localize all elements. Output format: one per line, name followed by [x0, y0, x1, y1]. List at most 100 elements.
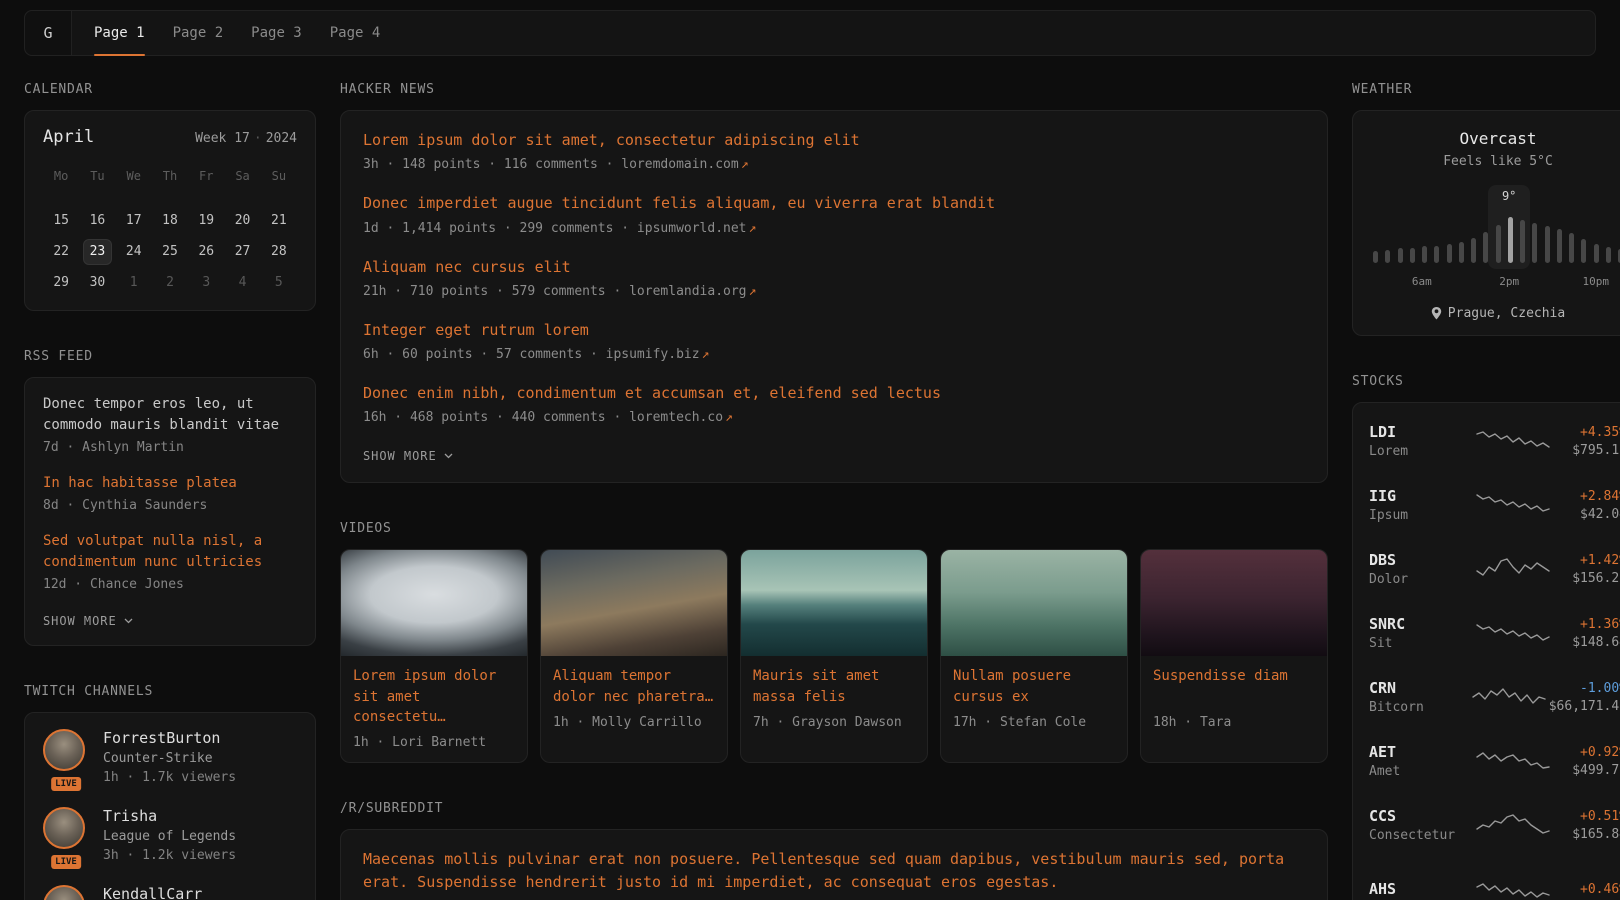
calendar-weekday-label: We: [116, 163, 152, 189]
external-link-icon[interactable]: ↗: [749, 284, 757, 299]
page-tab[interactable]: Page 4: [330, 11, 381, 55]
video-card-body: Suspendisse diam 18h · Tara: [1141, 656, 1327, 742]
news-item-title-link[interactable]: Donec imperdiet augue tincidunt felis al…: [363, 192, 1305, 215]
twitch-channel-item[interactable]: LIVE ForrestBurton Counter-Strike 1h · 1…: [43, 729, 297, 785]
news-item-title-link[interactable]: Aliquam nec cursus elit: [363, 256, 1305, 279]
calendar-day-number: 29: [48, 271, 75, 295]
sparkline-chart: [1477, 490, 1549, 520]
calendar-weekday-label: Tu: [79, 163, 115, 189]
stock-row[interactable]: AHS +0.46%: [1369, 857, 1620, 900]
video-card: Nullam posuere cursus ex 17h · Stefan Co…: [940, 549, 1128, 763]
stock-symbol: LDI: [1369, 423, 1469, 441]
stock-row[interactable]: SNRC Sit +1.36% $148.64: [1369, 601, 1620, 665]
external-link-icon[interactable]: ↗: [741, 157, 749, 172]
stock-identity: LDI Lorem: [1369, 423, 1469, 459]
stock-name: Amet: [1369, 764, 1469, 779]
calendar-header: April Week 17·2024: [43, 127, 297, 147]
video-title-link[interactable]: Mauris sit amet massa felis: [753, 666, 915, 707]
stock-name: Sit: [1369, 636, 1469, 651]
video-title-link[interactable]: Suspendisse diam: [1153, 666, 1315, 707]
external-link-icon[interactable]: ↗: [725, 410, 733, 425]
news-item-meta-text: 6h · 60 points · 57 comments · ipsumify.…: [363, 347, 700, 362]
video-title-link[interactable]: Aliquam tempor dolor nec pharetra…: [553, 666, 715, 707]
weather-hour-bar: [1594, 244, 1599, 263]
stock-row[interactable]: CRN Bitcorn -1.00% $66,171.48: [1369, 665, 1620, 729]
external-link-icon[interactable]: ↗: [749, 221, 757, 236]
page-tab[interactable]: Page 1: [94, 11, 145, 55]
weather-card: Overcast Feels like 5°C 9° 6am 2pm 10pm …: [1352, 110, 1620, 336]
video-thumbnail[interactable]: [741, 550, 927, 656]
twitch-channel-item[interactable]: KendallCarr: [43, 885, 297, 900]
weather-hour-bar: [1447, 244, 1452, 263]
weather-hour-bar: [1373, 251, 1378, 263]
weather-temperature-label: 9°: [1502, 189, 1516, 203]
calendar-widget: CALENDAR April Week 17·2024 Mo Tu We Th …: [24, 82, 316, 311]
stock-values: +2.84% $42.04: [1557, 489, 1620, 522]
stock-name: Bitcorn: [1369, 700, 1469, 715]
rss-item-title-link[interactable]: Donec tempor eros leo, ut commodo mauris…: [43, 394, 297, 436]
weather-hour-bar: [1508, 217, 1513, 263]
video-card-body: Lorem ipsum dolor sit amet consectetu… 1…: [341, 656, 527, 762]
news-item: Aliquam nec cursus elit 21h · 710 points…: [363, 256, 1305, 299]
subreddit-heading: /R/SUBREDDIT: [340, 801, 1328, 816]
rss-item-meta: 8d · Cynthia Saunders: [43, 498, 297, 513]
twitch-avatar-wrap: LIVE: [43, 729, 89, 785]
video-meta: 17h · Stefan Cole: [953, 715, 1115, 730]
stock-row[interactable]: LDI Lorem +4.35% $795.18: [1369, 409, 1620, 473]
video-thumbnail[interactable]: [341, 550, 527, 656]
video-thumbnail[interactable]: [541, 550, 727, 656]
stock-values: +1.36% $148.64: [1557, 617, 1620, 650]
stock-price: $795.18: [1557, 443, 1620, 458]
stock-sparkline: [1469, 490, 1557, 520]
stock-sparkline: [1469, 746, 1557, 776]
video-thumbnail[interactable]: [941, 550, 1127, 656]
stock-row[interactable]: DBS Dolor +1.42% $156.28: [1369, 537, 1620, 601]
rss-item-title-link[interactable]: Sed volutpat nulla nisl, a condimentum n…: [43, 531, 297, 573]
stock-identity: CRN Bitcorn: [1369, 679, 1469, 715]
stock-symbol: DBS: [1369, 551, 1469, 569]
show-more-label: SHOW MORE: [43, 614, 117, 628]
news-item-meta: 3h · 148 points · 116 comments · loremdo…: [363, 157, 1305, 172]
rss-item: Donec tempor eros leo, ut commodo mauris…: [43, 394, 297, 455]
page-tab[interactable]: Page 3: [251, 11, 302, 55]
video-thumbnail[interactable]: [1141, 550, 1327, 656]
right-column: WEATHER Overcast Feels like 5°C 9° 6am 2…: [1352, 82, 1620, 900]
stock-row[interactable]: CCS Consectetur +0.51% $165.84: [1369, 793, 1620, 857]
news-item-title-link[interactable]: Donec enim nibh, condimentum et accumsan…: [363, 382, 1305, 405]
hackernews-show-more-button[interactable]: SHOW MORE: [363, 449, 453, 463]
rss-show-more-button[interactable]: SHOW MORE: [43, 614, 133, 628]
video-title-link[interactable]: Lorem ipsum dolor sit amet consectetu…: [353, 666, 515, 727]
stream-meta: 3h · 1.2k viewers: [103, 848, 236, 863]
top-bar: G Page 1 Page 2 Page 3 Page 4: [24, 10, 1596, 56]
external-link-icon[interactable]: ↗: [702, 347, 710, 362]
video-card: Suspendisse diam 18h · Tara: [1140, 549, 1328, 763]
weather-condition: Overcast: [1371, 129, 1620, 148]
news-item-title-link[interactable]: Integer eget rutrum lorem: [363, 319, 1305, 342]
stock-values: +0.46%: [1557, 882, 1620, 897]
rss-item-meta: 12d · Chance Jones: [43, 577, 297, 592]
news-item-title-link[interactable]: Lorem ipsum dolor sit amet, consectetur …: [363, 129, 1305, 152]
video-meta: 1h · Molly Carrillo: [553, 715, 715, 730]
stock-row[interactable]: IIG Ipsum +2.84% $42.04: [1369, 473, 1620, 537]
calendar-day-grid: 15 16 17 18 19 20 21 22 23 24 25 26 27 2…: [43, 205, 297, 298]
stock-values: +1.42% $156.28: [1557, 553, 1620, 586]
dashboard-layout: CALENDAR April Week 17·2024 Mo Tu We Th …: [0, 56, 1620, 900]
stock-row[interactable]: AET Amet +0.92% $499.72: [1369, 729, 1620, 793]
stock-name: Dolor: [1369, 572, 1469, 587]
calendar-day-number: 21: [265, 209, 292, 233]
page-tab[interactable]: Page 2: [173, 11, 224, 55]
stream-meta: 1h · 1.7k viewers: [103, 770, 236, 785]
stock-values: +0.92% $499.72: [1557, 745, 1620, 778]
weather-hour-bar: [1545, 226, 1550, 263]
rss-item-title-link[interactable]: In hac habitasse platea: [43, 473, 297, 494]
calendar-day: 16: [79, 205, 115, 236]
twitch-channel-item[interactable]: LIVE Trisha League of Legends 3h · 1.2k …: [43, 807, 297, 863]
calendar-day-number: 18: [156, 209, 183, 233]
weather-hour-bar: [1520, 220, 1525, 263]
page-tabs: Page 1 Page 2 Page 3 Page 4: [94, 11, 380, 55]
live-badge: LIVE: [51, 855, 81, 869]
video-title-link[interactable]: Nullam posuere cursus ex: [953, 666, 1115, 707]
news-item-title-link[interactable]: Maecenas mollis pulvinar erat non posuer…: [363, 848, 1305, 895]
weather-hour-bar: [1385, 250, 1390, 263]
calendar-day-number: 2: [156, 271, 183, 295]
